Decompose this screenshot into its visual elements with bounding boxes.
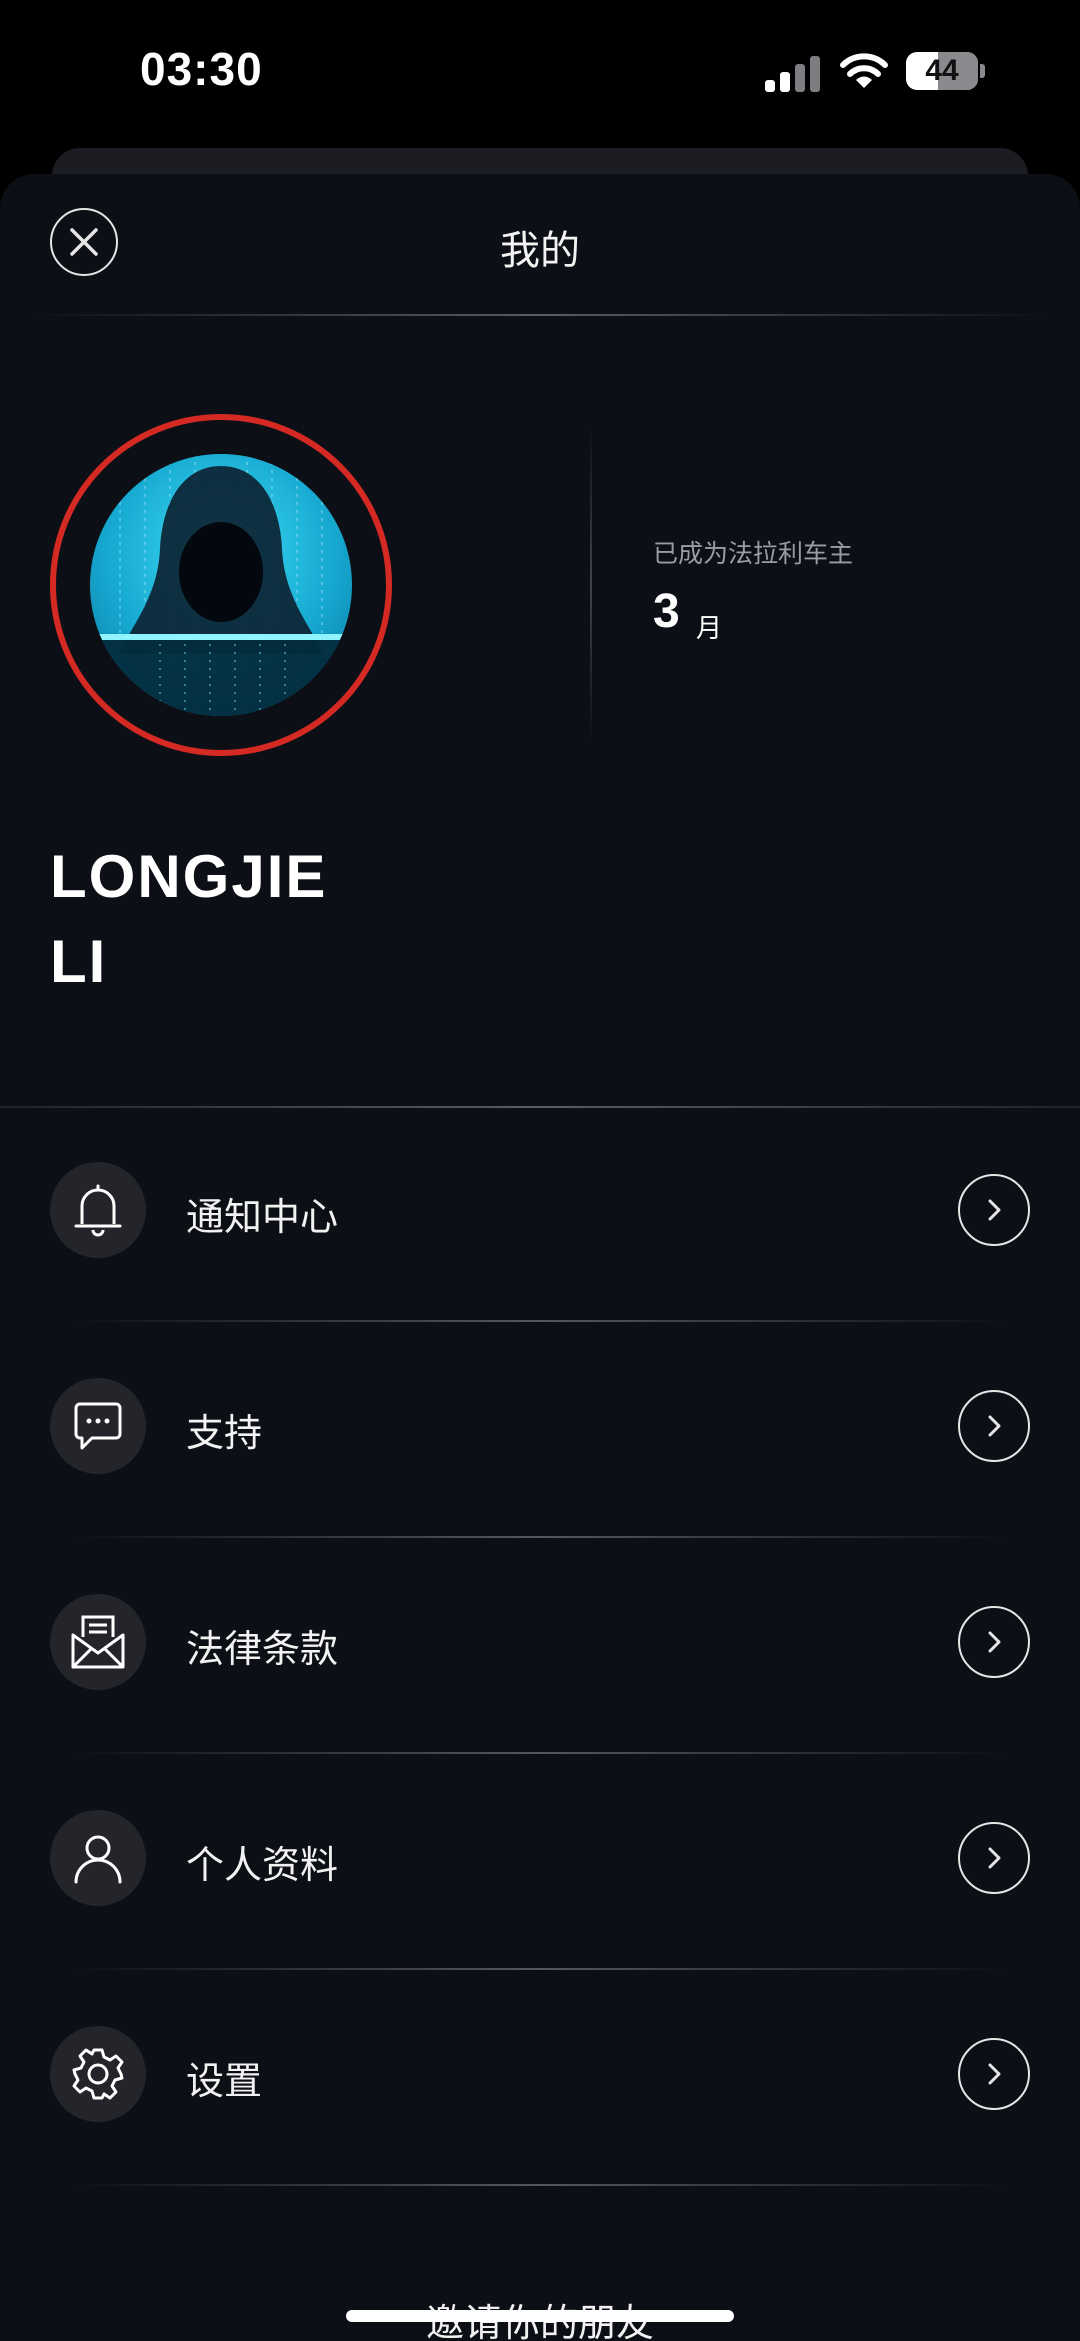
page-title: 我的	[500, 229, 580, 273]
menu-item-settings[interactable]: 设置	[0, 1976, 1080, 2192]
status-time: 03:30	[140, 43, 263, 95]
chevron-right-button[interactable]	[958, 1390, 1030, 1462]
user-name: LONGJIE LI	[50, 843, 328, 995]
menu-divider	[70, 1752, 1010, 1754]
profile-divider	[590, 424, 592, 744]
menu-divider	[70, 1536, 1010, 1538]
cellular-signal-icon	[765, 56, 821, 92]
header-divider	[30, 314, 1050, 316]
menu-divider	[70, 1320, 1010, 1322]
status-bar: 03:30 44	[0, 0, 1080, 140]
chevron-right-button[interactable]	[958, 2038, 1030, 2110]
menu-divider	[70, 1968, 1010, 1970]
wifi-icon	[840, 53, 888, 88]
menu-item-label: 法律条款	[186, 1629, 339, 1671]
home-indicator[interactable]	[346, 2310, 734, 2322]
chat-bubble-icon	[50, 1378, 146, 1474]
bell-icon	[50, 1162, 146, 1258]
chevron-right-icon	[988, 2063, 1001, 2085]
owner-duration-unit: 月	[696, 613, 723, 643]
owner-duration-value: 3	[653, 585, 680, 638]
menu-item-notifications[interactable]: 通知中心	[0, 1112, 1080, 1328]
chevron-right-icon	[988, 1199, 1001, 1221]
menu-item-label: 设置	[186, 2061, 263, 2103]
avatar[interactable]	[90, 454, 352, 716]
menu-item-support[interactable]: 支持	[0, 1328, 1080, 1544]
chevron-right-icon	[988, 1847, 1001, 1869]
chevron-right-button[interactable]	[958, 1822, 1030, 1894]
person-icon	[50, 1810, 146, 1906]
owner-duration-label: 已成为法拉利车主	[653, 540, 854, 568]
chevron-right-icon	[988, 1415, 1001, 1437]
chevron-right-button[interactable]	[958, 1174, 1030, 1246]
menu-item-label: 个人资料	[186, 1845, 339, 1887]
menu-divider	[70, 2184, 1010, 2186]
menu-item-label: 通知中心	[186, 1197, 339, 1239]
hooded-figure-image	[90, 454, 352, 716]
menu-item-legal[interactable]: 法律条款	[0, 1544, 1080, 1760]
document-envelope-icon	[50, 1594, 146, 1690]
gear-icon	[50, 2026, 146, 2122]
battery-nub	[980, 64, 985, 78]
menu-item-profile[interactable]: 个人资料	[0, 1760, 1080, 1976]
battery-icon: 44	[906, 52, 978, 90]
profile-sheet: 我的 已成为法拉利车主 3 月 LONGJIE LI 通知中心 支持 法律条款 …	[0, 174, 1080, 2341]
chevron-right-icon	[988, 1631, 1001, 1653]
section-divider	[0, 1106, 1080, 1108]
chevron-right-button[interactable]	[958, 1606, 1030, 1678]
menu-item-label: 支持	[186, 1413, 263, 1455]
battery-level: 44	[925, 54, 959, 87]
